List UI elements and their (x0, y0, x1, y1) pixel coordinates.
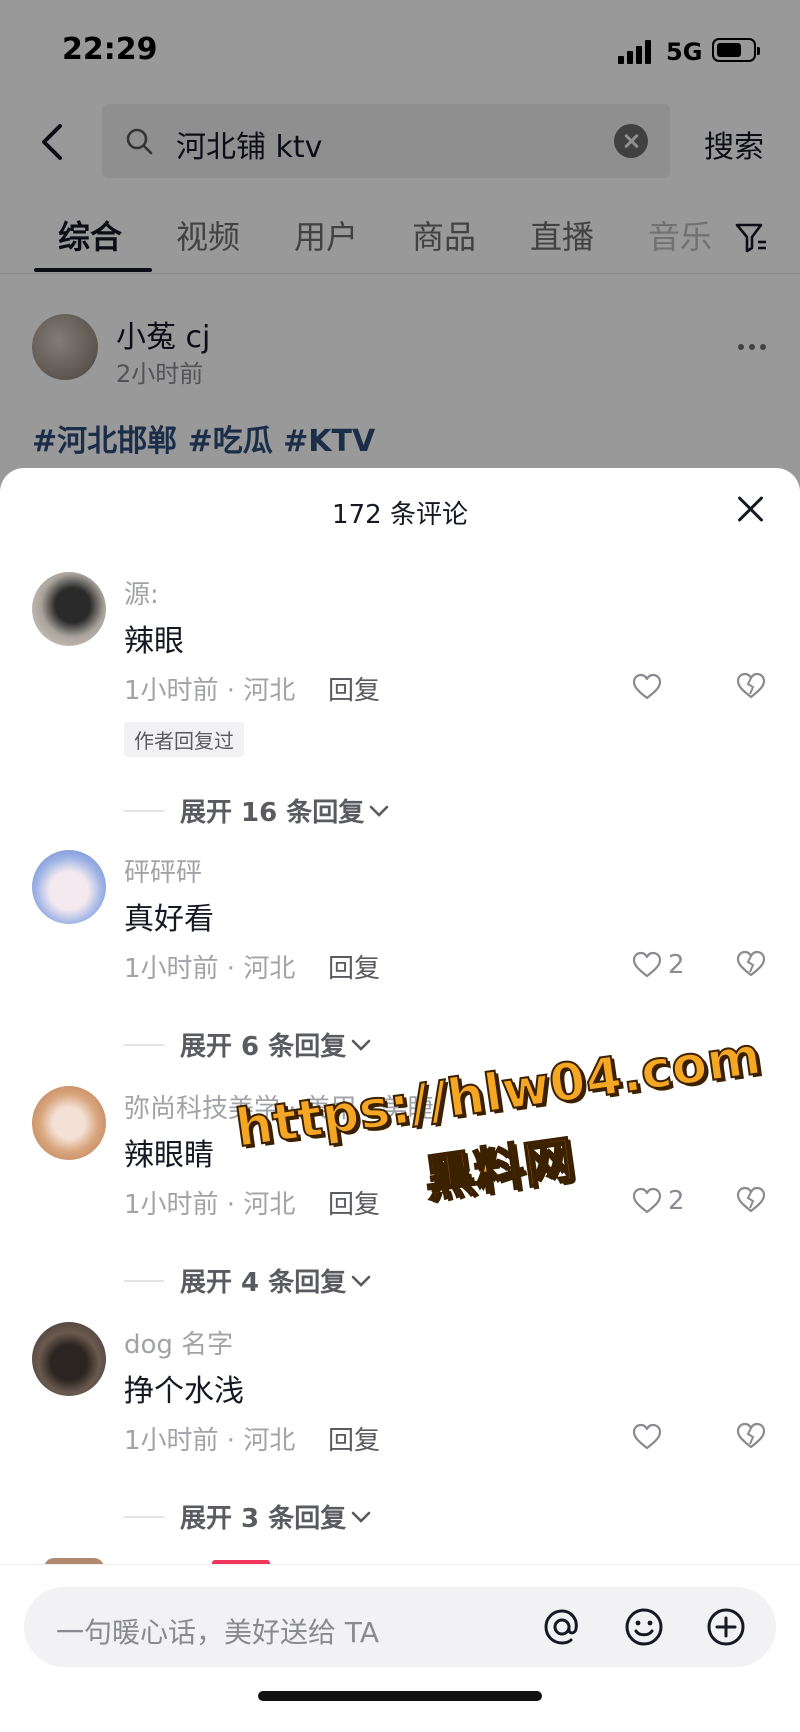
emoji-icon[interactable] (622, 1605, 666, 1649)
heart-icon (632, 951, 662, 978)
comment-text[interactable]: 辣眼睛 (124, 1130, 214, 1174)
chevron-down-icon (351, 1511, 371, 1523)
broken-heart-icon[interactable] (736, 672, 766, 700)
comment-username[interactable]: 砰砰砰 (124, 852, 202, 889)
divider (124, 1043, 164, 1046)
comment-input[interactable]: 一句暖心话，美好送给 TA (24, 1587, 776, 1667)
expand-replies-button[interactable]: 展开 3 条回复 (124, 1498, 372, 1535)
comment-text[interactable]: 挣个水浅 (124, 1366, 244, 1410)
plus-icon[interactable] (704, 1605, 748, 1649)
chevron-down-icon (369, 805, 389, 817)
comment-input-placeholder: 一句暖心话，美好送给 TA (56, 1616, 379, 1649)
expand-replies-label: 展开 6 条回复 (180, 1032, 347, 1062)
chevron-down-icon (351, 1039, 371, 1051)
comment-username[interactable]: dog 名字 (124, 1324, 233, 1361)
like-count: 2 (668, 950, 685, 980)
comments-count-title: 172 条评论 (332, 500, 468, 530)
avatar[interactable] (32, 1322, 106, 1396)
author-replied-badge: 作者回复过 (124, 722, 244, 757)
watermark-text: 黑料网 (420, 1129, 579, 1209)
comment-meta: 1小时前 · 河北 (124, 954, 296, 984)
like-button[interactable]: 2 (632, 950, 685, 980)
comment-text[interactable]: 辣眼 (124, 616, 184, 660)
home-indicator (258, 1691, 542, 1701)
expand-replies-label: 展开 16 条回复 (180, 798, 365, 828)
reply-button[interactable]: 回复 (328, 1420, 380, 1457)
dim-overlay[interactable] (0, 0, 800, 520)
reply-button[interactable]: 回复 (328, 948, 380, 985)
comment-meta: 1小时前 · 河北 (124, 1426, 296, 1456)
like-button[interactable] (632, 1422, 668, 1452)
divider (124, 809, 164, 812)
divider (124, 1515, 164, 1518)
reply-button[interactable]: 回复 (328, 670, 380, 707)
like-button[interactable] (632, 672, 668, 702)
mention-icon[interactable] (540, 1605, 584, 1649)
avatar[interactable] (32, 1086, 106, 1160)
expand-replies-label: 展开 3 条回复 (180, 1504, 347, 1534)
expand-replies-button[interactable]: 展开 16 条回复 (124, 792, 390, 829)
comment-username[interactable]: 源: (124, 574, 159, 611)
divider (124, 1279, 164, 1282)
heart-icon (632, 1423, 662, 1450)
comment-meta: 1小时前 · 河北 (124, 676, 296, 706)
comment-text[interactable]: 真好看 (124, 894, 214, 938)
broken-heart-icon[interactable] (736, 950, 766, 978)
avatar[interactable] (32, 850, 106, 924)
close-icon[interactable] (736, 494, 766, 524)
broken-heart-icon[interactable] (736, 1422, 766, 1450)
comment-input-bar: 一句暖心话，美好送给 TA (0, 1564, 800, 1732)
expand-replies-button[interactable]: 展开 6 条回复 (124, 1026, 372, 1063)
heart-icon (632, 673, 662, 700)
avatar[interactable] (32, 572, 106, 646)
